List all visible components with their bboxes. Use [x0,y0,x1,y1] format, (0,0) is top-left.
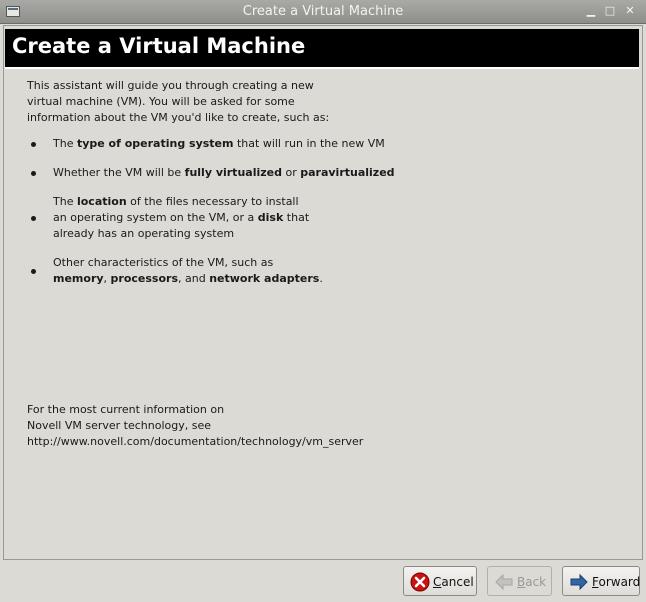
cancel-label: Cancel [433,575,474,589]
cancel-icon [410,572,430,592]
bullet-icon [31,171,36,176]
text: orward [598,575,641,589]
text: Whether the VM will be [53,166,185,179]
bold-text: disk [257,211,284,224]
bold-text: paravirtualized [300,166,395,179]
footer-line: Novell VM server technology, see [27,419,212,432]
mnemonic: B [517,575,526,589]
bold-text: type of operating system [76,137,234,150]
bold-text: fully virtualized [184,166,282,179]
text: ancel [441,575,474,589]
back-arrow-icon [495,573,513,591]
text: Other characteristics of the VM, such as [53,256,274,269]
text: already has an operating system [53,227,235,240]
intro-line: information about the VM you'd like to c… [27,111,330,124]
bold-text: memory [53,272,104,285]
text: that will run in the new VM [233,137,385,150]
bold-text: network adapters [209,272,320,285]
window-title: Create a Virtual Machine [242,4,404,19]
page-header: Create a Virtual Machine [5,29,639,69]
window-titlebar[interactable]: Create a Virtual Machine ▁ □ ✕ [0,0,646,24]
forward-arrow-icon [570,573,588,591]
bold-text: location [76,195,127,208]
maximize-button[interactable]: □ [603,4,617,18]
bullet-icon [31,269,36,274]
bullet-text: Whether the VM will be fully virtualized… [53,165,395,181]
text: or [281,166,301,179]
text: ack [525,575,547,589]
text: . [319,272,323,285]
bold-text: processors [110,272,179,285]
footer-line: For the most current information on [27,403,225,416]
bullet-icon [31,216,36,221]
minimize-button[interactable]: ▁ [584,4,598,18]
back-label: Back [517,575,546,589]
page-title: Create a Virtual Machine [12,34,306,58]
assistant-description: This assistant will guide you through cr… [27,78,627,448]
footer-note: For the most current information on Nove… [27,402,427,450]
intro-line: virtual machine (VM). You will be asked … [27,95,295,108]
cancel-button[interactable]: Cancel [403,566,477,596]
text: an operating system on the VM, or a [53,211,258,224]
back-button[interactable]: Back [487,566,552,596]
forward-label: Forward [592,575,640,589]
bullet-text: The type of operating system that will r… [53,136,385,152]
text: , [103,272,111,285]
text: The [53,195,77,208]
documentation-url: http://www.novell.com/documentation/tech… [27,435,364,448]
text: that [283,211,310,224]
bullet-text: Other characteristics of the VM, such as… [53,255,323,287]
text: , and [178,272,210,285]
text: The [53,137,77,150]
intro-paragraph: This assistant will guide you through cr… [27,78,357,126]
intro-line: This assistant will guide you through cr… [27,79,314,92]
button-bar: Cancel Back Forward [0,560,646,602]
close-button[interactable]: ✕ [623,4,637,18]
bullet-icon [31,142,36,147]
bullet-text: The location of the files necessary to i… [53,194,309,242]
text: of the files necessary to install [126,195,299,208]
forward-button[interactable]: Forward [562,566,640,596]
